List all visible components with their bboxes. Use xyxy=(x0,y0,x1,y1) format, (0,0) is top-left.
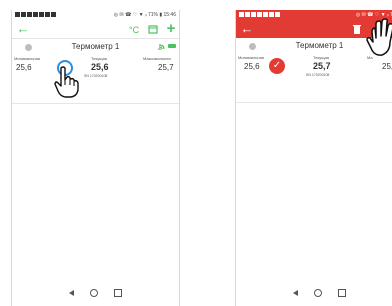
status-bar: ◎ ✉ ☎ ♡ ▼ ᵢₗ 71% ▮ 15:46 xyxy=(12,10,179,20)
raised-hand-icon xyxy=(366,18,392,56)
signal-icon xyxy=(158,44,165,50)
back-arrow-icon[interactable]: ← xyxy=(16,22,30,36)
battery-icon xyxy=(168,44,176,48)
phone-screen-right: ◎ ✉ ☎ ♡ ▼ ᵢₗ 71% ← Термометр 1 Минимальн… xyxy=(235,10,392,306)
svg-text:°C: °C xyxy=(129,25,139,34)
status-bar-right: ◎ ✉ ☎ ♡ ▼ ᵢₗ 71% ▮ 15:46 xyxy=(113,12,176,18)
toolbar: ← °C + xyxy=(12,20,179,39)
nav-home-icon[interactable] xyxy=(314,289,322,297)
min-value: 25,6 xyxy=(16,63,32,72)
current-value: 25,6 xyxy=(91,62,109,72)
temperature-edit-icon[interactable]: °C xyxy=(127,22,141,36)
system-nav-bar xyxy=(12,280,179,306)
calendar-icon[interactable] xyxy=(146,22,160,36)
add-icon[interactable]: + xyxy=(164,21,178,36)
max-value: 25, xyxy=(382,62,392,71)
nav-recent-apps-icon[interactable] xyxy=(114,289,122,297)
notification-icons xyxy=(15,12,57,18)
serial-number: SN 170200108 xyxy=(84,74,108,78)
serial-number: SN 170200108 xyxy=(306,73,330,77)
trash-icon[interactable] xyxy=(350,22,364,36)
system-nav-bar xyxy=(236,280,392,306)
max-label: Максимальная xyxy=(143,56,171,61)
min-value: 25,6 xyxy=(244,62,260,71)
device-card[interactable]: Термометр 1 Минимальная 25,6 Текущая 25,… xyxy=(12,39,179,104)
back-arrow-icon[interactable]: ← xyxy=(240,22,254,36)
current-label: Текущая xyxy=(91,56,107,61)
device-name: Термометр 1 xyxy=(71,42,120,51)
pointing-hand-icon xyxy=(54,66,79,98)
min-label: Минимальная xyxy=(14,56,41,61)
nav-back-icon[interactable] xyxy=(293,290,298,296)
phone-screen-left: ◎ ✉ ☎ ♡ ▼ ᵢₗ 71% ▮ 15:46 ← °C + Термомет… xyxy=(11,10,180,306)
min-label: Минимальная xyxy=(238,55,265,60)
nav-home-icon[interactable] xyxy=(90,289,98,297)
nav-back-icon[interactable] xyxy=(69,290,74,296)
notification-icons xyxy=(239,12,281,18)
selected-check-icon: ✓ xyxy=(269,58,285,74)
nav-recent-apps-icon[interactable] xyxy=(338,289,346,297)
max-value: 25,7 xyxy=(158,63,174,72)
current-label: Текущая xyxy=(313,55,329,60)
current-value: 25,7 xyxy=(313,61,331,71)
